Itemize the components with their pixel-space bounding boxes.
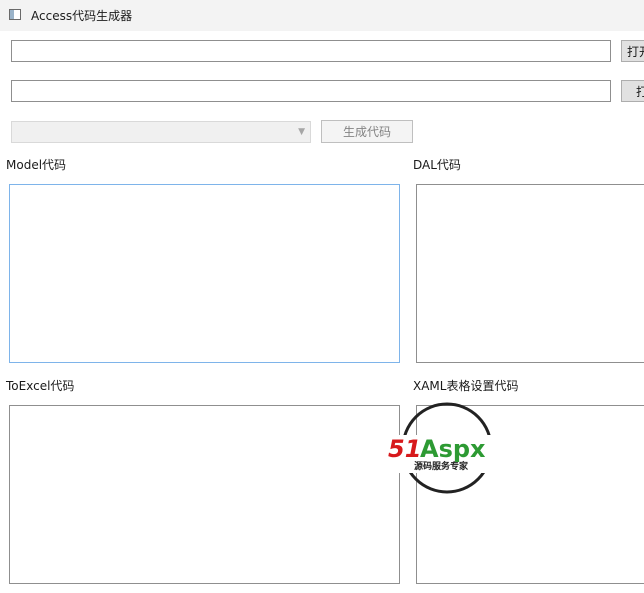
xaml-code-label: XAML表格设置代码 — [413, 379, 519, 393]
app-window-icon — [9, 9, 21, 20]
model-code-textarea[interactable] — [9, 184, 400, 363]
title-bar: Access代码生成器 — [0, 0, 644, 32]
watermark-brand-aspx: Aspx — [420, 435, 486, 463]
dal-code-label: DAL代码 — [413, 158, 461, 172]
window-title: Access代码生成器 — [31, 9, 133, 23]
toexcel-code-label: ToExcel代码 — [6, 379, 75, 393]
model-code-label: Model代码 — [6, 158, 67, 172]
dal-code-textarea[interactable] — [416, 184, 644, 363]
open-file-button-1[interactable]: 打开 — [621, 40, 644, 62]
open-file-button-2[interactable]: 打开 — [621, 80, 644, 102]
watermark-brand-51: 51 — [388, 435, 421, 463]
51aspx-watermark-logo: 51 Aspx 源码服务专家 — [386, 402, 512, 494]
toexcel-code-textarea[interactable] — [9, 405, 400, 584]
watermark-tagline: 源码服务专家 — [414, 460, 469, 472]
table-select-dropdown[interactable]: ▼ — [11, 121, 311, 143]
source-path-input[interactable] — [11, 40, 611, 62]
chevron-down-icon: ▼ — [298, 127, 305, 137]
generate-code-button[interactable]: 生成代码 — [321, 120, 413, 143]
main-window-content: 打开 打开 ▼ 生成代码 Model代码 DAL代码 ToExcel代码 XAM… — [0, 31, 644, 593]
second-path-input[interactable] — [11, 80, 611, 102]
